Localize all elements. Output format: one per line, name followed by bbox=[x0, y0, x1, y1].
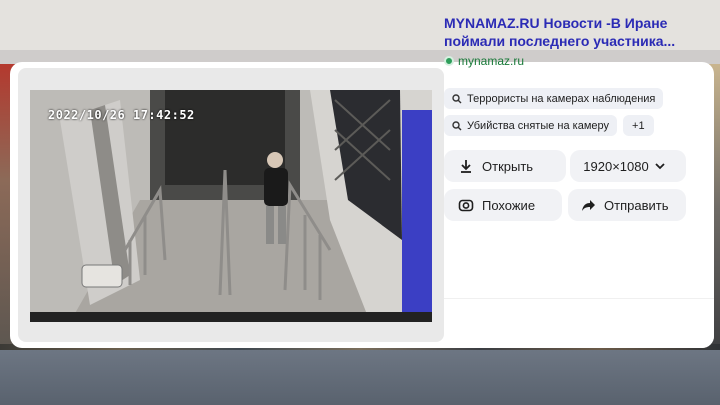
result-site[interactable]: mynamaz.ru bbox=[444, 54, 696, 68]
open-button-label: Открыть bbox=[482, 158, 534, 174]
tag-label: Убийства снятые на камеру bbox=[467, 119, 610, 132]
open-button[interactable]: Открыть bbox=[444, 150, 566, 182]
background-bottom-strip bbox=[0, 350, 720, 405]
share-button-label: Отправить bbox=[604, 197, 669, 213]
cctv-timestamp: 2022/10/26 17:42:52 bbox=[48, 108, 195, 122]
cctv-scene bbox=[30, 90, 432, 322]
tag-more-button[interactable]: +1 bbox=[623, 115, 654, 136]
cctv-image: 2022/10/26 17:42:52 bbox=[30, 90, 432, 322]
related-tags: Террористы на камерах наблюдения Убийств… bbox=[444, 88, 696, 142]
similar-button-label: Похожие bbox=[482, 197, 536, 213]
result-title-link[interactable]: MYNAMAZ.RU Новости -В Иране поймали посл… bbox=[444, 14, 696, 50]
size-select-label: 1920×1080 bbox=[583, 158, 649, 174]
tag-terrorists-on-cameras[interactable]: Террористы на камерах наблюдения bbox=[444, 88, 664, 109]
search-icon bbox=[452, 120, 462, 130]
result-info: MYNAMAZ.RU Новости -В Иране поймали посл… bbox=[444, 14, 696, 68]
download-icon bbox=[461, 160, 471, 173]
share-button[interactable]: Отправить bbox=[568, 189, 686, 221]
tag-murders-on-camera[interactable]: Убийства снятые на камеру bbox=[444, 115, 618, 136]
share-arrow-icon bbox=[582, 200, 595, 211]
chevron-down-icon bbox=[655, 163, 665, 170]
similar-button[interactable]: Похожие bbox=[444, 189, 562, 221]
panel-bottom-area bbox=[444, 298, 714, 348]
site-favicon-icon bbox=[444, 56, 454, 66]
tag-more-label: +1 bbox=[632, 119, 645, 132]
result-site-label: mynamaz.ru bbox=[458, 54, 525, 68]
camera-search-icon bbox=[458, 199, 474, 212]
search-icon bbox=[452, 93, 462, 103]
preview-image-frame[interactable]: 2022/10/26 17:42:52 bbox=[18, 68, 444, 342]
size-select[interactable]: 1920×1080 bbox=[570, 150, 686, 182]
tag-label: Террористы на камерах наблюдения bbox=[467, 92, 656, 105]
